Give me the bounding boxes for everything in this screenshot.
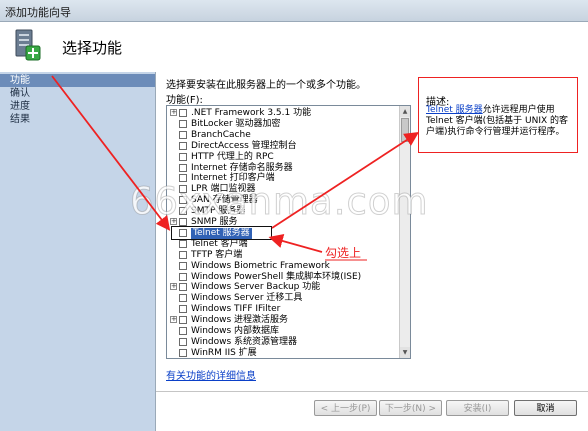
expand-plus-icon[interactable]: + (170, 316, 177, 324)
more-info-link[interactable]: 有关功能的详细信息 (166, 367, 256, 382)
feature-row[interactable]: HTTP 代理上的 RPC (167, 152, 400, 163)
feature-row[interactable]: + Windows 进程激活服务 (167, 315, 400, 326)
feature-label: BitLocker 驱动器加密 (191, 118, 281, 129)
feature-label: DirectAccess 管理控制台 (191, 140, 297, 151)
feature-label: Windows Server 迁移工具 (191, 293, 303, 304)
title-bar: 添加功能向导 (0, 0, 588, 22)
scroll-thumb[interactable] (401, 118, 409, 142)
previous-button[interactable]: < 上一步(P) (314, 400, 377, 416)
feature-row[interactable]: Windows 系统资源管理器 (167, 337, 400, 348)
feature-checkbox[interactable] (179, 109, 187, 117)
feature-label: BranchCache (191, 129, 251, 140)
feature-checkbox[interactable] (179, 337, 187, 346)
feature-checkbox[interactable] (179, 130, 187, 139)
feature-checkbox[interactable] (179, 261, 187, 270)
window-title: 添加功能向导 (5, 6, 71, 19)
feature-row[interactable]: + .NET Framework 3.5.1 功能 (167, 108, 400, 119)
description-feature-link[interactable]: Telnet 服务器 (426, 105, 483, 115)
install-button[interactable]: 安装(I) (446, 400, 509, 416)
expand-plus-icon[interactable]: + (170, 283, 177, 291)
feature-label: HTTP 代理上的 RPC (191, 151, 274, 162)
feature-label: .NET Framework 3.5.1 功能 (191, 108, 312, 118)
step-features[interactable]: 功能 (0, 74, 155, 87)
feature-row[interactable]: BranchCache (167, 130, 400, 141)
feature-checkbox[interactable] (179, 316, 187, 325)
wizard-header: 选择功能 (0, 22, 588, 72)
features-scrollbar[interactable]: ▲ ▼ (399, 106, 410, 358)
feature-row[interactable]: + Windows Server Backup 功能 (167, 282, 400, 293)
feature-row[interactable]: BitLocker 驱动器加密 (167, 119, 400, 130)
feature-checkbox[interactable] (179, 283, 187, 292)
feature-label: Windows 系统资源管理器 (191, 336, 298, 347)
feature-label: Telnet 客户端 (191, 238, 248, 249)
feature-checkbox[interactable] (179, 305, 187, 314)
cancel-button[interactable]: 取消 (514, 400, 577, 416)
step-results[interactable]: 结果 (0, 113, 155, 126)
description-text: Telnet 服务器允许远程用户使用 Telnet 客户端(包括基于 UNIX … (426, 105, 576, 138)
feature-row[interactable]: Windows 内部数据库 (167, 326, 400, 337)
instruction-text: 选择要安装在此服务器上的一个或多个功能。 (166, 80, 366, 91)
feature-label: Internet 存储命名服务器 (191, 162, 293, 173)
feature-checkbox[interactable] (179, 327, 187, 335)
feature-label: Windows TIFF IFilter (191, 304, 281, 315)
feature-row[interactable]: Windows Server 迁移工具 (167, 293, 400, 304)
feature-checkbox[interactable] (179, 239, 187, 248)
feature-row[interactable]: DirectAccess 管理控制台 (167, 141, 400, 152)
feature-row[interactable]: Windows PowerShell 集成脚本环境(ISE) (167, 272, 400, 283)
next-button[interactable]: 下一步(N) > (379, 400, 442, 416)
feature-row[interactable]: Windows Biometric Framework (167, 261, 400, 272)
feature-label: Windows 内部数据库 (191, 326, 280, 336)
feature-label: Windows Biometric Framework (191, 260, 330, 271)
main-panel: 选择要安装在此服务器上的一个或多个功能。 功能(F): WINS 服务器WinR… (155, 72, 588, 431)
feature-checkbox[interactable] (179, 272, 187, 281)
feature-checkbox[interactable] (179, 348, 187, 357)
server-add-icon (15, 29, 41, 61)
feature-checkbox[interactable] (179, 163, 187, 172)
feature-row[interactable]: WinRM IIS 扩展 (167, 347, 400, 358)
wizard-steps-sidebar: 功能 确认 进度 结果 (0, 72, 155, 431)
features-label: 功能(F): (166, 95, 203, 106)
feature-row[interactable]: Telnet 客户端 (167, 239, 400, 250)
step-progress[interactable]: 进度 (0, 100, 155, 113)
footer-separator (156, 391, 588, 392)
feature-checkbox[interactable] (179, 152, 187, 161)
watermark: 66xxanma.com (130, 180, 429, 224)
feature-row[interactable]: TFTP 客户端 (167, 250, 400, 261)
feature-row[interactable]: Internet 存储命名服务器 (167, 163, 400, 174)
feature-label: WinRM IIS 扩展 (191, 347, 257, 358)
feature-checkbox[interactable] (179, 250, 187, 259)
feature-label: Windows PowerShell 集成脚本环境(ISE) (191, 271, 362, 282)
feature-checkbox[interactable] (179, 141, 187, 150)
feature-checkbox[interactable] (179, 119, 187, 128)
telnet-highlight-box (171, 226, 272, 240)
expand-plus-icon[interactable]: + (170, 109, 177, 116)
annotation-label: 勾选上 (325, 246, 362, 260)
feature-label: Windows Server Backup 功能 (191, 282, 321, 293)
page-title: 选择功能 (62, 39, 123, 57)
feature-row[interactable]: Windows TIFF IFilter (167, 304, 400, 315)
feature-checkbox[interactable] (179, 294, 187, 303)
scroll-down-arrow-icon[interactable]: ▼ (400, 347, 410, 358)
feature-label: Windows 进程激活服务 (191, 315, 289, 326)
scroll-up-arrow-icon[interactable]: ▲ (400, 106, 410, 117)
feature-label: TFTP 客户端 (191, 249, 243, 260)
step-confirm[interactable]: 确认 (0, 87, 155, 100)
